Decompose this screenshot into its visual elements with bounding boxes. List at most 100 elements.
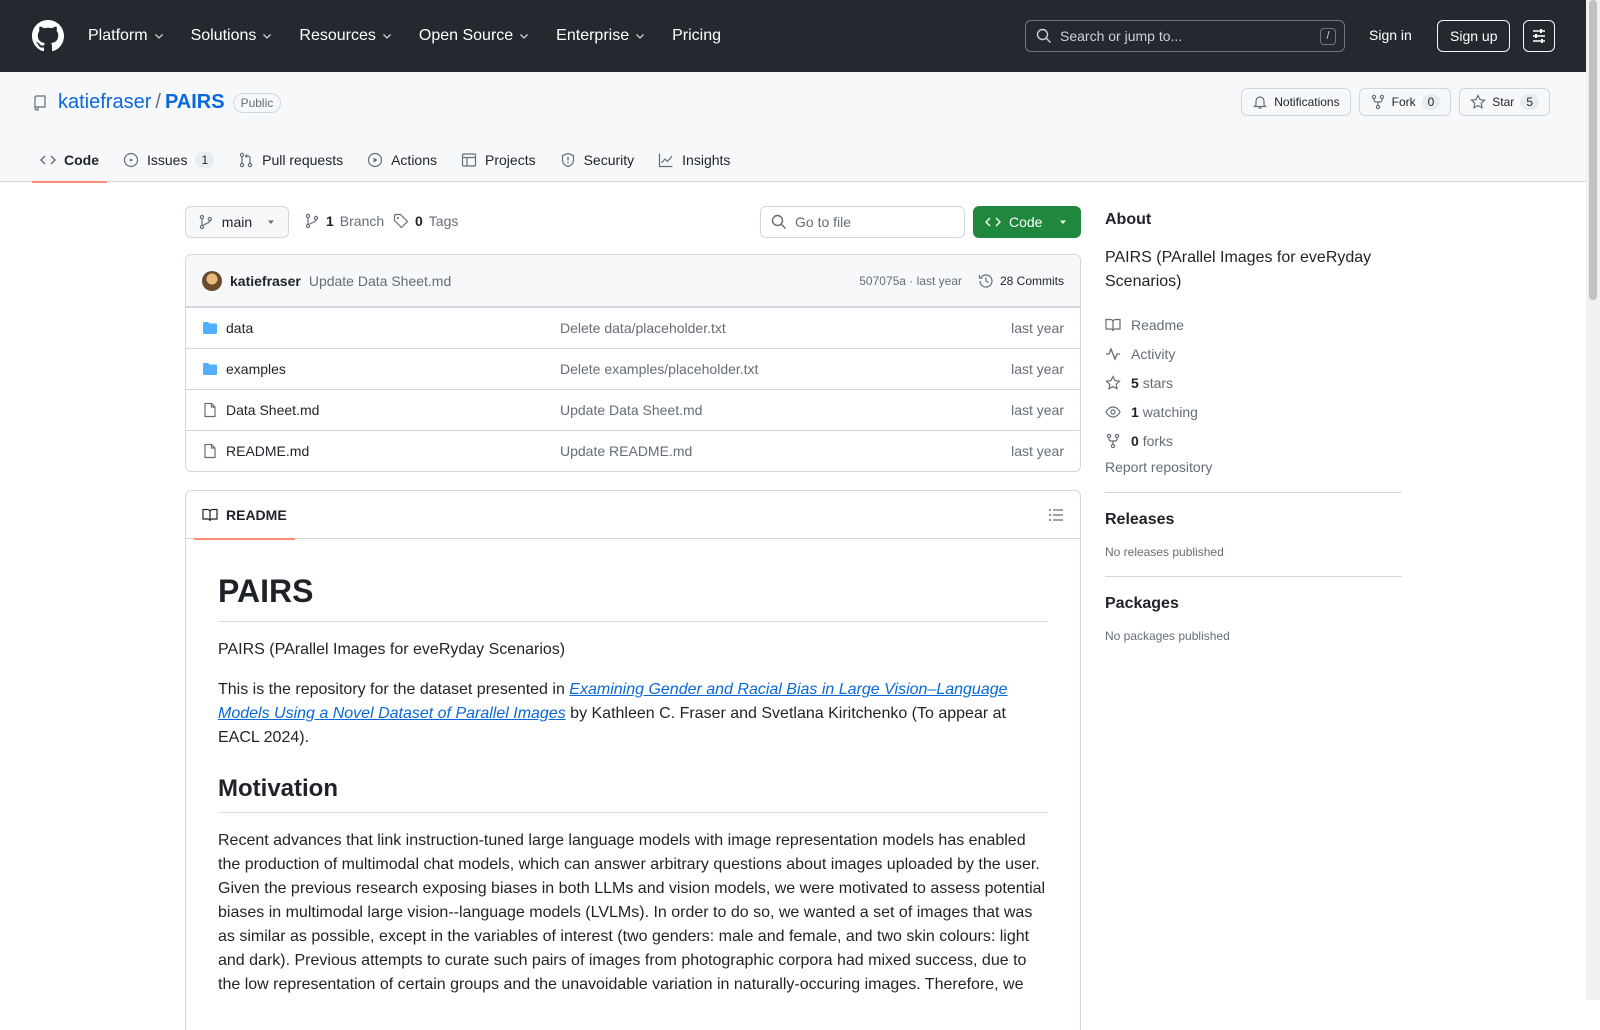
issues-count: 1 — [195, 152, 215, 168]
nav-resources[interactable]: Resources — [299, 27, 392, 45]
table-row[interactable]: data Delete data/placeholder.txt last ye… — [186, 307, 1080, 348]
global-search-input[interactable]: Search or jump to... / — [1025, 20, 1345, 52]
sign-up-button[interactable]: Sign up — [1437, 20, 1511, 52]
readme-link-label: Readme — [1131, 316, 1184, 333]
file-commit-message[interactable]: Delete data/placeholder.txt — [560, 320, 726, 336]
about-heading: About — [1105, 211, 1152, 228]
tab-pull-requests[interactable]: Pull requests — [230, 138, 351, 182]
table-row[interactable]: examples Delete examples/placeholder.txt… — [186, 348, 1080, 389]
bell-icon — [1253, 96, 1268, 109]
nav-open-source-label: Open Source — [418, 27, 514, 44]
branch-select-button[interactable]: main — [185, 206, 289, 238]
tab-actions-label: Actions — [391, 152, 438, 168]
readme-link[interactable]: Readme — [1105, 310, 1402, 339]
activity-link[interactable]: Activity — [1105, 339, 1402, 368]
file-name-link[interactable]: data — [226, 320, 253, 336]
readme-body: PAIRS PAIRS (PArallel Images for eveRyda… — [186, 539, 1080, 997]
avatar[interactable] — [202, 270, 222, 291]
stars-link[interactable]: 5 stars — [1105, 368, 1402, 397]
sidebar-divider — [1105, 576, 1402, 577]
table-icon — [461, 153, 477, 167]
search-icon — [771, 214, 786, 229]
graph-icon — [659, 153, 673, 168]
nav-enterprise[interactable]: Enterprise — [556, 27, 646, 45]
tags-link[interactable]: 0 Tags — [393, 213, 458, 229]
nav-solutions[interactable]: Solutions — [191, 27, 274, 45]
global-header: Platform Solutions Resources Open Source… — [0, 0, 1600, 72]
nav-pricing-label: Pricing — [672, 27, 721, 44]
file-commit-message[interactable]: Update README.md — [560, 443, 692, 459]
fork-button[interactable]: Fork 0 — [1358, 88, 1452, 116]
file-name-link[interactable]: README.md — [226, 443, 309, 459]
nav-enterprise-label: Enterprise — [556, 27, 630, 44]
commit-hash-time[interactable]: 507075a · last year — [859, 274, 962, 288]
table-row[interactable]: README.md Update README.md last year — [186, 430, 1080, 471]
packages-section: Packages No packages published — [1105, 595, 1402, 643]
chevron-down-icon — [382, 34, 391, 39]
tab-insights[interactable]: Insights — [650, 138, 738, 182]
file-name-link[interactable]: Data Sheet.md — [226, 402, 319, 418]
tab-code[interactable]: Code — [32, 138, 107, 183]
nav-platform-label: Platform — [88, 27, 148, 44]
tab-projects[interactable]: Projects — [453, 138, 544, 182]
tab-pull-requests-label: Pull requests — [262, 152, 344, 168]
code-dropdown-button[interactable]: Code — [973, 206, 1081, 238]
commit-author-link[interactable]: katiefraser — [230, 273, 301, 289]
folder-icon — [203, 363, 217, 375]
readme-header: README — [186, 491, 1080, 540]
sign-in-link[interactable]: Sign in — [1369, 27, 1412, 43]
caret-down-icon — [1060, 220, 1067, 224]
chevron-down-icon — [636, 34, 645, 39]
readme-tab[interactable]: README — [194, 491, 295, 540]
notifications-label: Notifications — [1274, 95, 1340, 109]
page-scrollbar[interactable] — [1586, 0, 1600, 1000]
settings-menu-button[interactable] — [1523, 20, 1555, 52]
issue-icon — [123, 152, 139, 168]
repo-title: katiefraser / PAIRS Public — [32, 91, 282, 114]
commits-history-link[interactable]: 28 Commits — [978, 273, 1064, 289]
star-button[interactable]: Star 5 — [1459, 88, 1550, 116]
code-button-label: Code — [1009, 214, 1043, 230]
tab-actions[interactable]: Actions — [359, 138, 445, 182]
nav-platform[interactable]: Platform — [88, 27, 165, 45]
releases-heading[interactable]: Releases — [1105, 511, 1402, 529]
forks-count: 0 — [1131, 432, 1139, 449]
file-list: katiefraser Update Data Sheet.md 507075a… — [185, 254, 1081, 472]
branches-link[interactable]: 1 Branch — [304, 213, 384, 229]
code-icon — [985, 217, 1001, 227]
file-commit-message[interactable]: Update Data Sheet.md — [560, 402, 702, 418]
tab-issues-label: Issues — [147, 152, 188, 168]
pulse-icon — [1106, 346, 1120, 361]
watchers-link[interactable]: 1 watching — [1105, 397, 1402, 426]
file-name-link[interactable]: examples — [226, 361, 286, 377]
commit-message-link[interactable]: Update Data Sheet.md — [309, 273, 451, 289]
table-row[interactable]: Data Sheet.md Update Data Sheet.md last … — [186, 389, 1080, 430]
fork-label: Fork — [1391, 95, 1416, 109]
book-icon — [202, 508, 218, 522]
go-to-file-input[interactable]: Go to file — [760, 206, 965, 238]
scrollbar-thumb[interactable] — [1589, 0, 1597, 300]
file-commit-time: last year — [1011, 361, 1064, 377]
chevron-down-icon — [263, 34, 272, 39]
branch-icon — [305, 213, 319, 229]
tab-code-label: Code — [64, 152, 99, 168]
tab-projects-label: Projects — [485, 152, 536, 168]
tab-issues[interactable]: Issues 1 — [115, 138, 222, 182]
star-count: 5 — [1520, 94, 1539, 110]
tab-insights-label: Insights — [682, 152, 731, 168]
file-commit-message[interactable]: Delete examples/placeholder.txt — [560, 361, 758, 377]
github-logo-icon[interactable] — [32, 20, 64, 52]
visibility-badge: Public — [232, 92, 282, 113]
repo-owner-link[interactable]: katiefraser — [58, 91, 151, 114]
forks-link[interactable]: 0 forks — [1105, 426, 1402, 455]
outline-button[interactable] — [1048, 507, 1064, 523]
chevron-down-icon — [520, 34, 529, 39]
branch-label: Branch — [339, 213, 385, 229]
repo-name-link[interactable]: PAIRS — [165, 91, 225, 114]
packages-heading[interactable]: Packages — [1105, 595, 1402, 613]
tab-security[interactable]: Security — [552, 138, 643, 182]
notifications-button[interactable]: Notifications — [1241, 88, 1351, 116]
nav-open-source[interactable]: Open Source — [419, 27, 530, 45]
nav-pricing[interactable]: Pricing — [672, 27, 721, 45]
report-repository-link[interactable]: Report repository — [1105, 459, 1402, 475]
